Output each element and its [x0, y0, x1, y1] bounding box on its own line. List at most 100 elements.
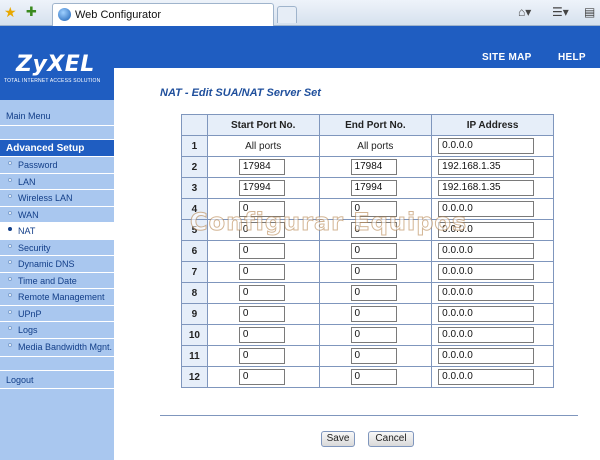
favorites-star-icon[interactable]: ★ — [4, 4, 17, 21]
start-port-input[interactable]: 0 — [238, 369, 285, 385]
start-port-cell: 17994 — [206, 177, 320, 199]
sidebar-item-wireless-lan[interactable]: Wireless LAN — [0, 190, 114, 207]
sidebar-item-nat[interactable]: NAT — [0, 223, 114, 240]
end-port-cell: 0 — [318, 345, 433, 367]
ip-address-input[interactable]: 0.0.0.0 — [438, 369, 535, 385]
start-port-input[interactable]: 0 — [238, 348, 285, 364]
end-port-cell: All ports — [318, 135, 433, 157]
start-port-cell: All ports — [206, 135, 320, 157]
browser-toolbar: ★ ✚ Web Configurator ⌂▾ ☰▾ ▤ — [0, 0, 600, 26]
site-map-link[interactable]: SITE MAP — [482, 52, 532, 63]
new-tab-button[interactable] — [277, 6, 297, 23]
ip-address-input[interactable]: 0.0.0.0 — [438, 348, 535, 364]
sidebar-item-upnp[interactable]: UPnP — [0, 306, 114, 322]
end-port-cell: 0 — [318, 240, 433, 262]
row-index: 1 — [181, 135, 208, 157]
print-icon[interactable]: ▤ — [584, 5, 595, 19]
cancel-button[interactable]: Cancel — [368, 431, 414, 447]
start-port-input[interactable]: 17984 — [238, 159, 285, 175]
sidebar-item-time-date[interactable]: Time and Date — [0, 273, 114, 289]
row-index: 6 — [181, 240, 208, 262]
end-port-input[interactable]: 0 — [350, 327, 397, 343]
feeds-icon[interactable]: ☰▾ — [552, 5, 569, 19]
column-header-end-port: End Port No. — [318, 114, 433, 136]
ip-address-cell: 0.0.0.0 — [431, 324, 554, 346]
start-port-input[interactable]: 0 — [238, 327, 285, 343]
nat-server-table: Start Port No. End Port No. IP Address 1… — [181, 114, 554, 388]
ip-address-cell: 192.168.1.35 — [431, 177, 554, 199]
ip-address-input[interactable]: 192.168.1.35 — [438, 159, 535, 175]
sidebar-item-remote-management[interactable]: Remote Management — [0, 289, 114, 306]
column-header-start-port: Start Port No. — [206, 114, 320, 136]
ip-address-input[interactable]: 0.0.0.0 — [438, 306, 535, 322]
start-port-input[interactable]: 0 — [238, 306, 285, 322]
bullet-icon — [8, 277, 12, 281]
browser-tab[interactable]: Web Configurator — [52, 3, 274, 26]
ip-address-input[interactable]: 0.0.0.0 — [438, 285, 535, 301]
table-row: 3 17994 17994 192.168.1.35 — [181, 177, 554, 199]
table-row: 12 0 0 0.0.0.0 — [181, 366, 554, 388]
end-port-cell: 17984 — [318, 156, 433, 178]
help-link[interactable]: HELP — [558, 52, 586, 63]
end-port-cell: 0 — [318, 324, 433, 346]
end-port-cell: 0 — [318, 282, 433, 304]
home-icon[interactable]: ⌂▾ — [518, 5, 531, 19]
ip-address-cell: 0.0.0.0 — [431, 261, 554, 283]
bullet-icon — [8, 227, 12, 231]
ip-address-input[interactable]: 0.0.0.0 — [438, 138, 535, 154]
sidebar-item-lan[interactable]: LAN — [0, 174, 114, 190]
end-port-input[interactable]: 0 — [350, 285, 397, 301]
sidebar-item-security[interactable]: Security — [0, 240, 114, 256]
end-port-text: All ports — [357, 140, 394, 152]
end-port-input[interactable]: 17984 — [350, 159, 397, 175]
sidebar: Main Menu Advanced Setup Password LAN Wi… — [0, 100, 114, 460]
start-port-input[interactable]: 0 — [238, 243, 285, 259]
sidebar-advanced-setup[interactable]: Advanced Setup — [0, 140, 114, 157]
sidebar-main-menu[interactable]: Main Menu — [0, 106, 114, 126]
sidebar-item-media-bandwidth[interactable]: Media Bandwidth Mgnt. — [0, 339, 114, 357]
sidebar-item-logs[interactable]: Logs — [0, 322, 114, 339]
sidebar-item-dynamic-dns[interactable]: Dynamic DNS — [0, 256, 114, 273]
bullet-icon — [8, 343, 12, 347]
ip-address-input[interactable]: 192.168.1.35 — [438, 180, 535, 196]
table-row: 8 0 0 0.0.0.0 — [181, 282, 554, 304]
sidebar-spacer — [0, 357, 114, 371]
column-header-ip-address: IP Address — [431, 114, 554, 136]
ip-address-cell: 0.0.0.0 — [431, 303, 554, 325]
row-index: 8 — [181, 282, 208, 304]
sidebar-item-wan[interactable]: WAN — [0, 207, 114, 223]
end-port-cell: 0 — [318, 366, 433, 388]
sidebar-logout[interactable]: Logout — [0, 371, 114, 389]
add-favorites-icon[interactable]: ✚ — [26, 4, 37, 20]
bullet-icon — [8, 293, 12, 297]
divider — [160, 415, 578, 416]
ip-address-input[interactable]: 0.0.0.0 — [438, 243, 535, 259]
page-title: NAT - Edit SUA/NAT Server Set — [160, 87, 321, 99]
end-port-input[interactable]: 0 — [350, 306, 397, 322]
ip-address-input[interactable]: 0.0.0.0 — [438, 327, 535, 343]
bullet-icon — [8, 260, 12, 264]
end-port-input[interactable]: 0 — [350, 264, 397, 280]
end-port-cell: 17994 — [318, 177, 433, 199]
start-port-cell: 0 — [206, 282, 320, 304]
end-port-input[interactable]: 0 — [350, 369, 397, 385]
end-port-input[interactable]: 17994 — [350, 180, 397, 196]
bullet-icon — [8, 178, 12, 182]
row-index: 12 — [181, 366, 208, 388]
save-button[interactable]: Save — [321, 431, 355, 447]
row-index: 7 — [181, 261, 208, 283]
start-port-input[interactable]: 0 — [238, 264, 285, 280]
start-port-input[interactable]: 0 — [238, 285, 285, 301]
sidebar-spacer — [0, 126, 114, 140]
bullet-icon — [8, 310, 12, 314]
sidebar-item-password[interactable]: Password — [0, 157, 114, 174]
end-port-input[interactable]: 0 — [350, 243, 397, 259]
ip-address-input[interactable]: 0.0.0.0 — [438, 264, 535, 280]
start-port-cell: 17984 — [206, 156, 320, 178]
start-port-input[interactable]: 17994 — [238, 180, 285, 196]
tab-title: Web Configurator — [75, 9, 162, 21]
bullet-icon — [8, 326, 12, 330]
ip-address-cell: 192.168.1.35 — [431, 156, 554, 178]
end-port-input[interactable]: 0 — [350, 348, 397, 364]
start-port-text: All ports — [245, 140, 282, 152]
